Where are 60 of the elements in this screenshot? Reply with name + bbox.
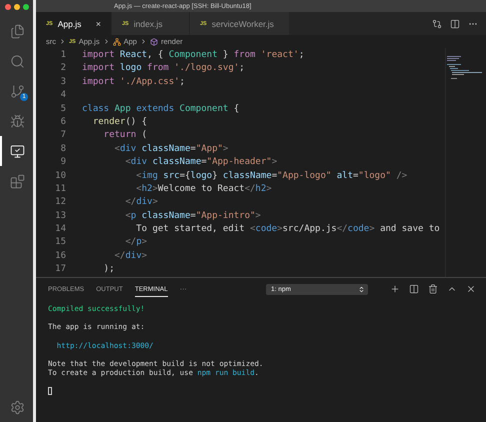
split-editor-icon[interactable] bbox=[450, 18, 460, 28]
line-number: 15 bbox=[54, 236, 66, 250]
tab-label: App.js bbox=[58, 18, 82, 28]
search-icon bbox=[10, 54, 25, 68]
line-number: 14 bbox=[54, 223, 66, 236]
line-number: 8 bbox=[60, 142, 66, 156]
line-number: 9 bbox=[60, 156, 66, 170]
code-line: import './App.css'; bbox=[82, 76, 185, 87]
cube-icon bbox=[150, 38, 158, 46]
chevron-icon bbox=[59, 38, 66, 45]
code-line: ); bbox=[102, 264, 115, 274]
line-number: 3 bbox=[60, 76, 66, 89]
line-number: 10 bbox=[54, 170, 66, 183]
line-number: 2 bbox=[60, 62, 66, 76]
code-line: </div> bbox=[124, 197, 158, 208]
chevron-icon bbox=[140, 38, 147, 45]
line-number: 7 bbox=[60, 129, 66, 142]
code-line: import logo from './logo.svg'; bbox=[82, 63, 245, 74]
line-number: 4 bbox=[60, 89, 66, 102]
branch-icon bbox=[10, 84, 25, 98]
code-line: <h2>Welcome to React</h2> bbox=[135, 184, 272, 194]
class-icon bbox=[112, 38, 121, 46]
code-line: return ( bbox=[102, 130, 148, 140]
close-dot[interactable] bbox=[4, 4, 10, 10]
line-number: 6 bbox=[60, 116, 66, 129]
line-number: 1 bbox=[60, 49, 66, 62]
code-line: <img src={logo} className="App-logo" alt="logo" /> bbox=[135, 170, 408, 181]
line-number: 5 bbox=[60, 102, 66, 116]
chevron-icon bbox=[102, 38, 110, 45]
line-number: 13 bbox=[54, 210, 66, 223]
split-terminal-icon[interactable] bbox=[409, 284, 419, 294]
code-line: <div className="App"> bbox=[114, 144, 228, 154]
blocks-icon bbox=[10, 174, 25, 188]
line-number: 11 bbox=[54, 182, 66, 196]
code-line: </div> bbox=[114, 250, 148, 261]
compare-icon[interactable] bbox=[432, 18, 442, 28]
files-icon bbox=[10, 24, 25, 38]
close-icon[interactable] bbox=[466, 284, 476, 294]
tab-label: index.js bbox=[134, 18, 164, 28]
updown-icon bbox=[358, 286, 365, 292]
code-line: render() { bbox=[92, 116, 148, 127]
minimize-dot[interactable] bbox=[14, 4, 20, 10]
plus-icon[interactable] bbox=[390, 284, 400, 294]
line-number: 17 bbox=[54, 263, 66, 276]
code-line: </p> bbox=[124, 237, 148, 248]
line-number: 16 bbox=[54, 250, 66, 263]
code-line: To get started, edit <code>src/App.js</code> and save to bbox=[135, 224, 440, 234]
code-line: <div className="App-header"> bbox=[124, 157, 278, 168]
close-tab-button[interactable]: × bbox=[96, 18, 101, 28]
code-line: class App extends Component { bbox=[82, 104, 240, 114]
line-number: 12 bbox=[54, 196, 66, 210]
code-line: import React, { Component } from 'react'; bbox=[82, 50, 304, 60]
monitor-icon bbox=[10, 144, 25, 158]
zoom-dot[interactable] bbox=[22, 4, 28, 10]
minimap-drawing[interactable] bbox=[446, 56, 482, 80]
trash-icon[interactable] bbox=[428, 284, 438, 294]
bug-icon bbox=[10, 114, 25, 128]
code-line: <p className="App-intro"> bbox=[124, 210, 261, 221]
settings-icon bbox=[10, 400, 25, 414]
tab-label: serviceWorker.js bbox=[212, 18, 275, 28]
